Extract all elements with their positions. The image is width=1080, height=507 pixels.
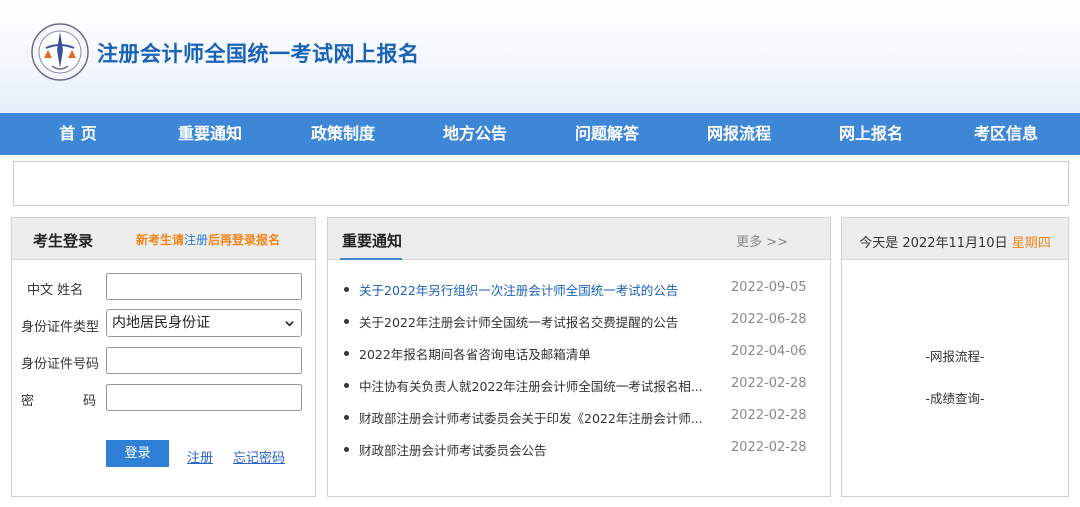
weekday-text: 星期四 (1011, 236, 1051, 251)
site-title: 注册会计师全国统一考试网上报名 (97, 42, 420, 66)
notice-link[interactable]: 财政部注册会计师考试委员会公告 (359, 440, 719, 459)
bullet-icon (344, 351, 349, 356)
site-header: 注册会计师全国统一考试网上报名 (0, 0, 1080, 113)
hint-prefix: 新考生请 (136, 233, 185, 247)
name-label: 中文 姓名 (27, 283, 84, 298)
new-candidate-hint: 新考生请注册后再登录报名 (136, 231, 280, 248)
cicpa-emblem-icon (30, 22, 90, 82)
nav-item-local-announcements[interactable]: 地方公告 (409, 113, 541, 155)
nav-item-online-registration[interactable]: 网上报名 (805, 113, 937, 155)
notice-link[interactable]: 关于2022年注册会计师全国统一考试报名交费提醒的公告 (359, 312, 719, 331)
password-input[interactable] (106, 384, 302, 411)
notice-date: 2022-02-28 (731, 408, 807, 423)
side-panel: 今天是 2022年11月10日 星期四 -网报流程- -成绩查询- (841, 217, 1069, 497)
nav-item-notices[interactable]: 重要通知 (144, 113, 276, 155)
nav-item-policy[interactable]: 政策制度 (277, 113, 409, 155)
idtype-select[interactable]: 内地居民身份证 (106, 309, 302, 337)
notice-link[interactable]: 2022年报名期间各省咨询电话及邮箱清单 (359, 344, 719, 363)
date-text: 今天是 2022年11月10日 (859, 236, 1008, 251)
list-item: 财政部注册会计师考试委员会关于印发《2022年注册会计师... 2022-02-… (328, 406, 830, 438)
bullet-icon (344, 287, 349, 292)
forgot-password-link[interactable]: 忘记密码 (233, 447, 285, 466)
notice-date: 2022-04-06 (731, 344, 807, 359)
list-item: 2022年报名期间各省咨询电话及邮箱清单 2022-04-06 (328, 342, 830, 374)
list-item: 关于2022年注册会计师全国统一考试报名交费提醒的公告 2022-06-28 (328, 310, 830, 342)
process-link[interactable]: -网报流程- (842, 346, 1068, 365)
idtype-selected-value: 内地居民身份证 (112, 315, 210, 331)
login-panel: 考生登录 新考生请注册后再登录报名 中文 姓名 身份证件类型 内地居民身份证 身… (11, 217, 316, 497)
date-panel-header: 今天是 2022年11月10日 星期四 (842, 218, 1068, 260)
login-panel-header: 考生登录 新考生请注册后再登录报名 (12, 218, 315, 260)
notices-title: 重要通知 (342, 232, 403, 250)
nav-item-process[interactable]: 网报流程 (673, 113, 805, 155)
notice-date: 2022-02-28 (731, 376, 807, 391)
more-link[interactable]: 更多 >> (736, 231, 788, 250)
bullet-icon (344, 447, 349, 452)
list-item: 关于2022年另行组织一次注册会计师全国统一考试的公告 2022-09-05 (328, 278, 830, 310)
list-item: 财政部注册会计师考试委员会公告 2022-02-28 (328, 438, 830, 470)
bullet-icon (344, 319, 349, 324)
list-item: 中注协有关负责人就2022年注册会计师全国统一考试报名相... 2022-02-… (328, 374, 830, 406)
notice-date: 2022-09-05 (731, 280, 807, 295)
password-label-2: 码 (83, 394, 97, 409)
notices-title-underline (340, 258, 402, 260)
today-date: 今天是 2022年11月10日 星期四 (842, 232, 1068, 251)
register-link[interactable]: 注册 (187, 447, 213, 466)
notice-link[interactable]: 中注协有关负责人就2022年注册会计师全国统一考试报名相... (359, 376, 719, 395)
name-input[interactable] (106, 273, 302, 300)
nav-item-faq[interactable]: 问题解答 (541, 113, 673, 155)
idnum-input[interactable] (106, 347, 302, 374)
notice-link[interactable]: 关于2022年另行组织一次注册会计师全国统一考试的公告 (359, 280, 719, 299)
bullet-icon (344, 415, 349, 420)
notices-panel-header: 重要通知 更多 >> (328, 218, 830, 260)
notice-link[interactable]: 财政部注册会计师考试委员会关于印发《2022年注册会计师... (359, 408, 719, 427)
notices-panel: 重要通知 更多 >> 关于2022年另行组织一次注册会计师全国统一考试的公告 2… (327, 217, 831, 497)
main-nav: 首 页 重要通知 政策制度 地方公告 问题解答 网报流程 网上报名 考区信息 (0, 113, 1080, 155)
banner-area (13, 161, 1069, 206)
notices-list: 关于2022年另行组织一次注册会计师全国统一考试的公告 2022-09-05 关… (328, 278, 830, 470)
login-button[interactable]: 登录 (106, 440, 169, 467)
login-title: 考生登录 (33, 232, 94, 250)
chevron-down-icon (285, 321, 294, 327)
score-query-link[interactable]: -成绩查询- (842, 388, 1068, 407)
idnum-label: 身份证件号码 (21, 357, 100, 372)
idtype-label: 身份证件类型 (21, 320, 100, 335)
nav-item-home[interactable]: 首 页 (12, 113, 144, 155)
password-label-1: 密 (21, 394, 35, 409)
bullet-icon (344, 383, 349, 388)
hint-suffix: 后再登录报名 (208, 233, 281, 247)
hint-register-link[interactable]: 注册 (184, 233, 208, 247)
nav-item-exam-area[interactable]: 考区信息 (940, 113, 1072, 155)
notice-date: 2022-02-28 (731, 440, 807, 455)
notice-date: 2022-06-28 (731, 312, 807, 327)
